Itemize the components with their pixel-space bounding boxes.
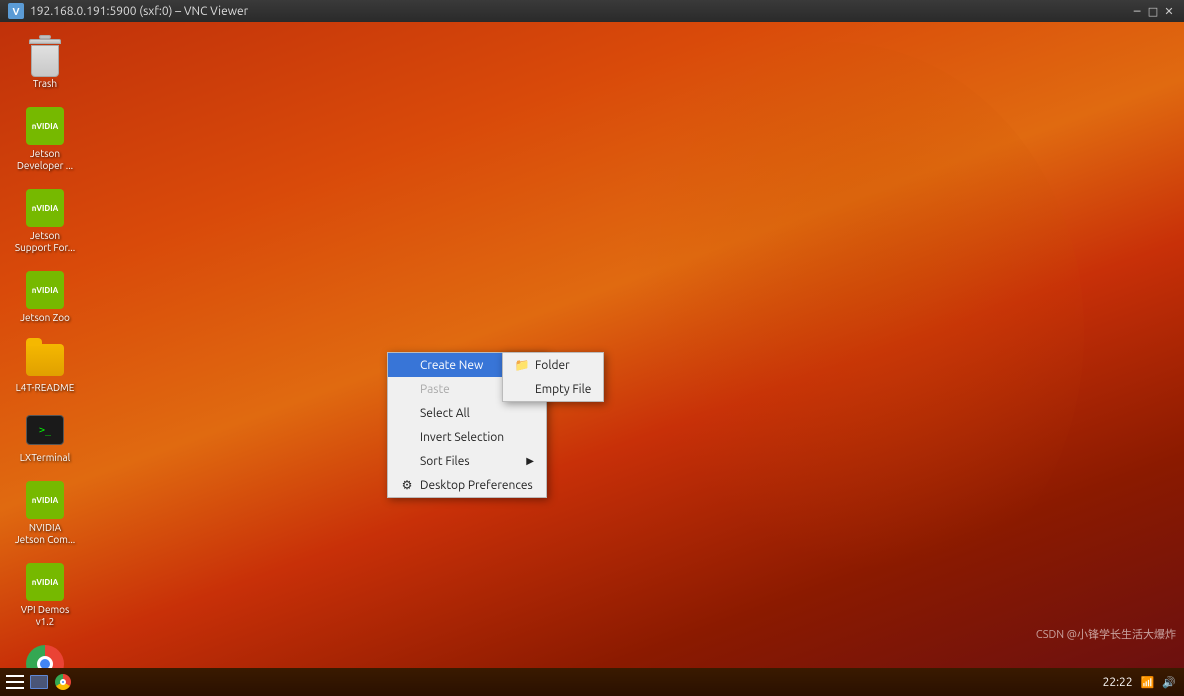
- desktop-prefs-label: Desktop Preferences: [420, 479, 533, 492]
- nvidia-jetson-support-icon: nVIDIA: [25, 188, 65, 228]
- sort-files-arrow: ▶: [526, 455, 534, 467]
- taskbar-volume-icon: 🔊: [1162, 676, 1176, 689]
- vpi-demos-label: VPI Demosv1.2: [21, 604, 70, 628]
- trash-label: Trash: [33, 78, 57, 90]
- jetson-dev-label: JetsonDeveloper ...: [17, 148, 73, 172]
- desktop-icon-trash[interactable]: Trash: [10, 32, 80, 94]
- jetson-zoo-label: Jetson Zoo: [20, 312, 70, 324]
- taskbar-browser-button[interactable]: [52, 671, 74, 693]
- desktop-icon-jetson-com[interactable]: nVIDIA NVIDIAJetson Com...: [10, 476, 80, 550]
- taskbar-time: 22:22: [1103, 676, 1133, 689]
- close-button[interactable]: ✕: [1162, 4, 1176, 18]
- nvidia-jetson-com-icon: nVIDIA: [25, 480, 65, 520]
- select-all-icon: [400, 406, 414, 420]
- titlebar: V 192.168.0.191:5900 (sxf:0) – VNC Viewe…: [0, 0, 1184, 22]
- empty-file-label: Empty File: [535, 383, 591, 396]
- taskbar: 22:22 📶 🔊: [0, 668, 1184, 696]
- minimize-button[interactable]: ─: [1130, 4, 1144, 18]
- create-new-icon: [400, 358, 414, 372]
- l4t-readme-label: L4T-README: [16, 382, 75, 394]
- watermark-text: CSDN @小锋学长生活大爆炸: [1036, 629, 1176, 641]
- desktop-icon-vpi-demos[interactable]: nVIDIA VPI Demosv1.2: [10, 558, 80, 632]
- context-menu-invert-selection[interactable]: Invert Selection: [388, 425, 546, 449]
- taskbar-apps-button[interactable]: [4, 671, 26, 693]
- jetson-support-label: JetsonSupport For...: [15, 230, 75, 254]
- desktop-icon-jetson-support[interactable]: nVIDIA JetsonSupport For...: [10, 184, 80, 258]
- taskbar-network-icon: 📶: [1141, 676, 1155, 689]
- watermark: CSDN @小锋学长生活大爆炸: [1036, 626, 1176, 642]
- titlebar-left: V 192.168.0.191:5900 (sxf:0) – VNC Viewe…: [8, 3, 248, 19]
- paste-icon: [400, 382, 414, 396]
- lxterminal-label: LXTerminal: [20, 452, 71, 464]
- submenu: 📁 Folder Empty File: [502, 352, 604, 402]
- context-menu-desktop-prefs[interactable]: ⚙ Desktop Preferences: [388, 473, 546, 497]
- trash-icon: [25, 36, 65, 76]
- paste-label: Paste: [420, 383, 450, 396]
- desktop-icons: Trash nVIDIA JetsonDeveloper ... nVIDIA …: [10, 32, 80, 674]
- folder-label: Folder: [535, 359, 570, 372]
- context-menu-sort-files[interactable]: Sort Files ▶: [388, 449, 546, 473]
- sort-files-label: Sort Files: [420, 455, 470, 468]
- nvidia-jetson-dev-icon: nVIDIA: [25, 106, 65, 146]
- create-new-label: Create New: [420, 359, 483, 372]
- folder-icon: [25, 340, 65, 380]
- taskbar-left: [4, 671, 74, 693]
- empty-file-icon: [515, 382, 529, 396]
- desktop-icon-lxterminal[interactable]: >_ LXTerminal: [10, 406, 80, 468]
- desktop-icon-jetson-zoo[interactable]: nVIDIA Jetson Zoo: [10, 266, 80, 328]
- titlebar-icon: V: [8, 3, 24, 19]
- jetson-com-label: NVIDIAJetson Com...: [15, 522, 76, 546]
- submenu-empty-file[interactable]: Empty File: [503, 377, 603, 401]
- desktop-prefs-icon: ⚙: [400, 478, 414, 492]
- context-menu-select-all[interactable]: Select All: [388, 401, 546, 425]
- submenu-folder[interactable]: 📁 Folder: [503, 353, 603, 377]
- desktop-icon-jetson-dev[interactable]: nVIDIA JetsonDeveloper ...: [10, 102, 80, 176]
- select-all-label: Select All: [420, 407, 470, 420]
- invert-selection-icon: [400, 430, 414, 444]
- taskbar-right: 22:22 📶 🔊: [1103, 676, 1180, 689]
- terminal-icon: >_: [25, 410, 65, 450]
- titlebar-title: 192.168.0.191:5900 (sxf:0) – VNC Viewer: [30, 5, 248, 18]
- titlebar-controls: ─ □ ✕: [1130, 4, 1176, 18]
- maximize-button[interactable]: □: [1146, 4, 1160, 18]
- nvidia-jetson-zoo-icon: nVIDIA: [25, 270, 65, 310]
- desktop-icon-l4t-readme[interactable]: L4T-README: [10, 336, 80, 398]
- nvidia-vpi-icon: nVIDIA: [25, 562, 65, 602]
- taskbar-file-manager-button[interactable]: [28, 671, 50, 693]
- sort-files-icon: [400, 454, 414, 468]
- invert-selection-label: Invert Selection: [420, 431, 504, 444]
- desktop[interactable]: Trash nVIDIA JetsonDeveloper ... nVIDIA …: [0, 22, 1184, 674]
- folder-submenu-icon: 📁: [515, 358, 529, 372]
